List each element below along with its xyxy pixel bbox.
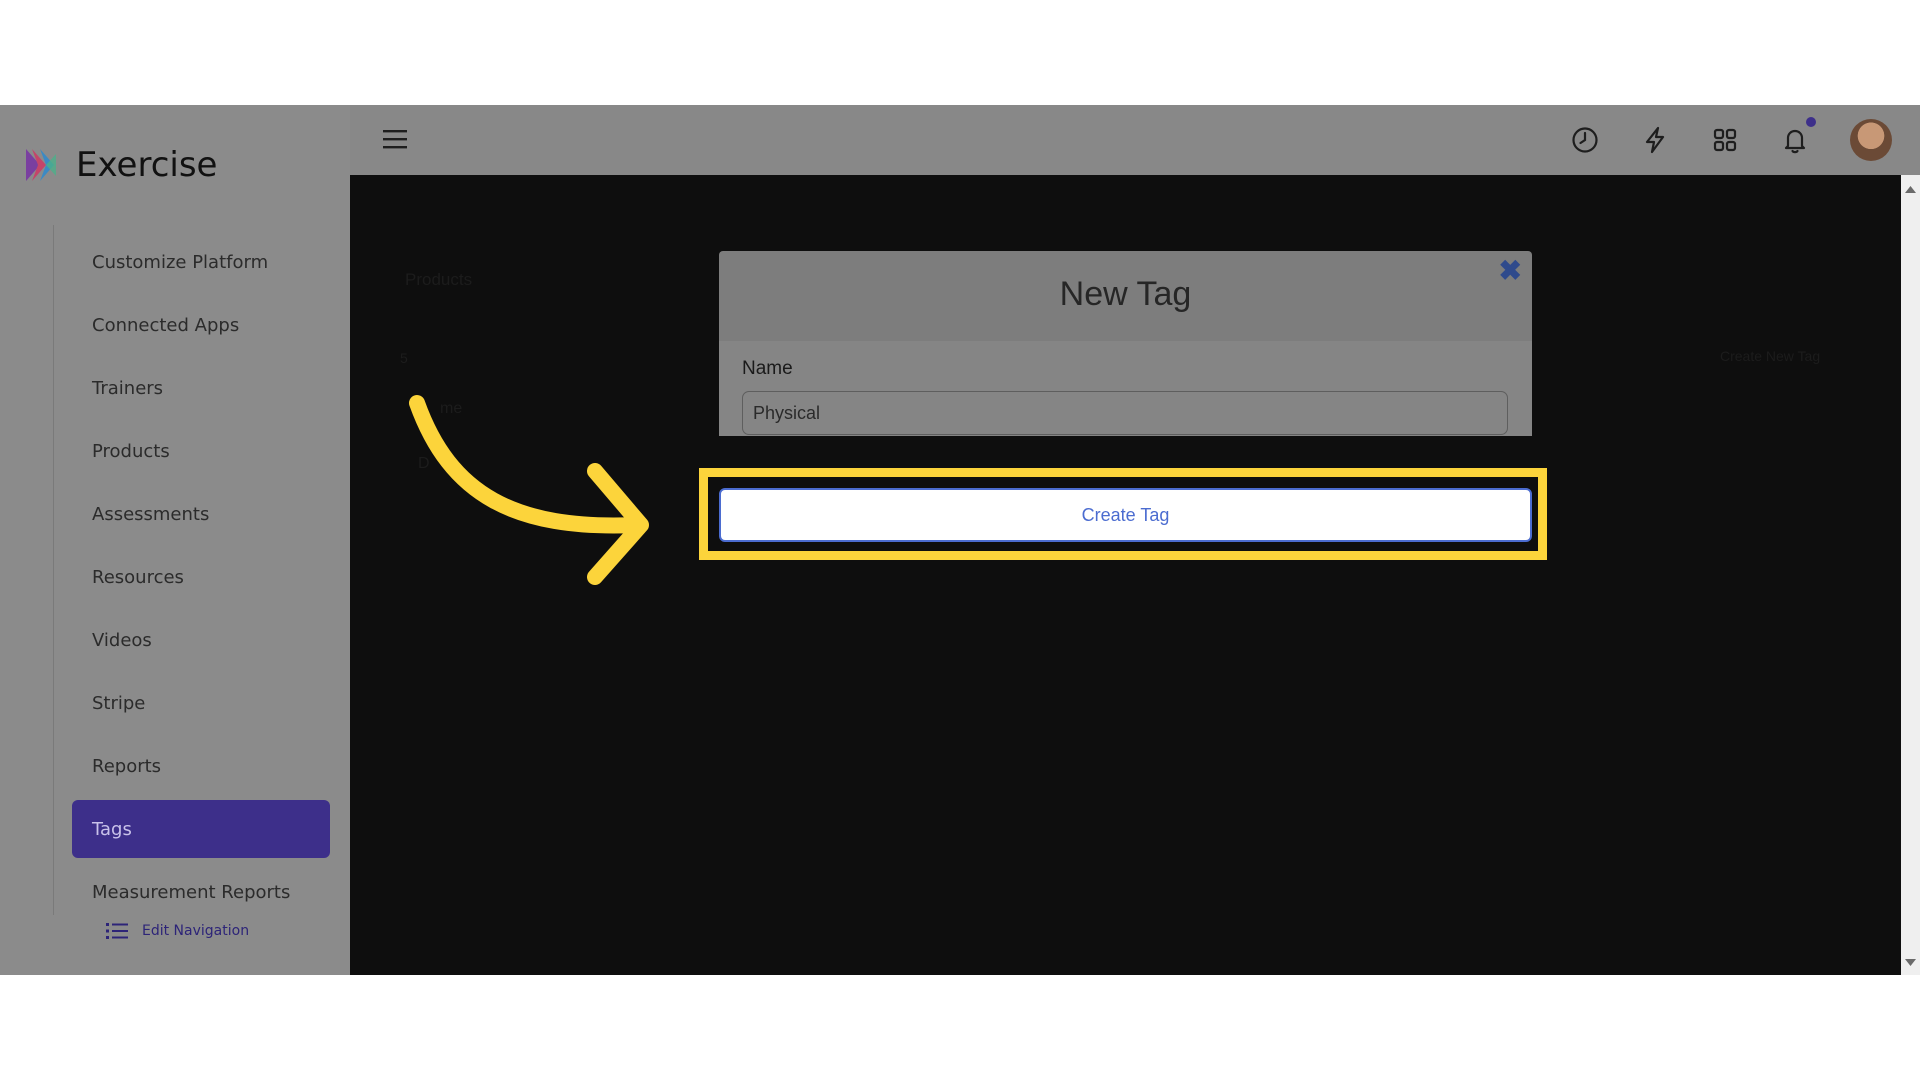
pointer-arrow-icon: [409, 395, 649, 585]
exercise-logo-icon: [26, 149, 56, 181]
name-label: Name: [742, 358, 793, 379]
sidebar-item-resources[interactable]: Resources: [72, 548, 330, 606]
sidebar-item-assessments[interactable]: Assessments: [72, 485, 330, 543]
highlight-box: [699, 468, 1547, 560]
modal-header: New Tag ✖: [719, 251, 1532, 341]
top-bar: [350, 105, 1920, 176]
sidebar-item-connected-apps[interactable]: Connected Apps: [72, 296, 330, 354]
close-icon[interactable]: ✖: [1499, 257, 1522, 285]
apps-grid-icon[interactable]: [1710, 125, 1740, 155]
create-new-tag-button[interactable]: Create New Tag: [1720, 348, 1820, 364]
top-icons: [1560, 105, 1920, 175]
scroll-up-icon[interactable]: [1901, 181, 1920, 197]
sidebar-item-label: Reports: [92, 755, 162, 777]
page-size-select[interactable]: 5: [400, 350, 408, 366]
list-icon: [106, 923, 128, 939]
sidebar-nav: Customize Platform Connected Apps Traine…: [72, 233, 330, 926]
notification-badge: [1806, 117, 1816, 127]
sidebar-item-label: Stripe: [92, 692, 146, 714]
sidebar-item-measurement-reports[interactable]: Measurement Reports: [72, 863, 330, 921]
modal-body: Name: [719, 341, 1532, 436]
page-title: Products: [405, 270, 473, 289]
lightning-icon[interactable]: [1640, 125, 1670, 155]
nav-divider: [53, 225, 54, 915]
history-icon[interactable]: [1570, 125, 1600, 155]
bell-icon[interactable]: [1780, 125, 1810, 155]
menu-icon[interactable]: [382, 127, 408, 151]
name-input[interactable]: [742, 391, 1508, 435]
sidebar-item-label: Tags: [92, 818, 132, 840]
sidebar-item-label: Connected Apps: [92, 314, 240, 336]
scroll-down-icon[interactable]: [1901, 955, 1920, 971]
sidebar-item-products[interactable]: Products: [72, 422, 330, 480]
sidebar-item-label: Measurement Reports: [92, 881, 291, 903]
sidebar-item-customize-platform[interactable]: Customize Platform: [72, 233, 330, 291]
sidebar: Exercise Customize Platform Connected Ap…: [0, 105, 350, 975]
sidebar-item-label: Products: [92, 440, 170, 462]
sidebar-item-label: Videos: [92, 629, 152, 651]
sidebar-item-label: Trainers: [92, 377, 164, 399]
app-window: Exercise Customize Platform Connected Ap…: [0, 105, 1920, 975]
modal-title: New Tag: [1059, 275, 1192, 313]
avatar[interactable]: [1850, 119, 1892, 161]
edit-navigation-link[interactable]: Edit Navigation: [106, 922, 249, 940]
app-name: Exercise: [76, 145, 218, 185]
edit-navigation-label: Edit Navigation: [142, 923, 250, 939]
sidebar-item-stripe[interactable]: Stripe: [72, 674, 330, 732]
scrollbar[interactable]: [1901, 175, 1920, 975]
sidebar-item-trainers[interactable]: Trainers: [72, 359, 330, 417]
sidebar-item-label: Customize Platform: [92, 251, 269, 273]
sidebar-item-label: Resources: [92, 566, 184, 588]
app-logo[interactable]: Exercise: [22, 145, 217, 185]
sidebar-item-reports[interactable]: Reports: [72, 737, 330, 795]
sidebar-item-tags[interactable]: Tags: [72, 800, 330, 858]
sidebar-item-videos[interactable]: Videos: [72, 611, 330, 669]
sidebar-item-label: Assessments: [92, 503, 210, 525]
